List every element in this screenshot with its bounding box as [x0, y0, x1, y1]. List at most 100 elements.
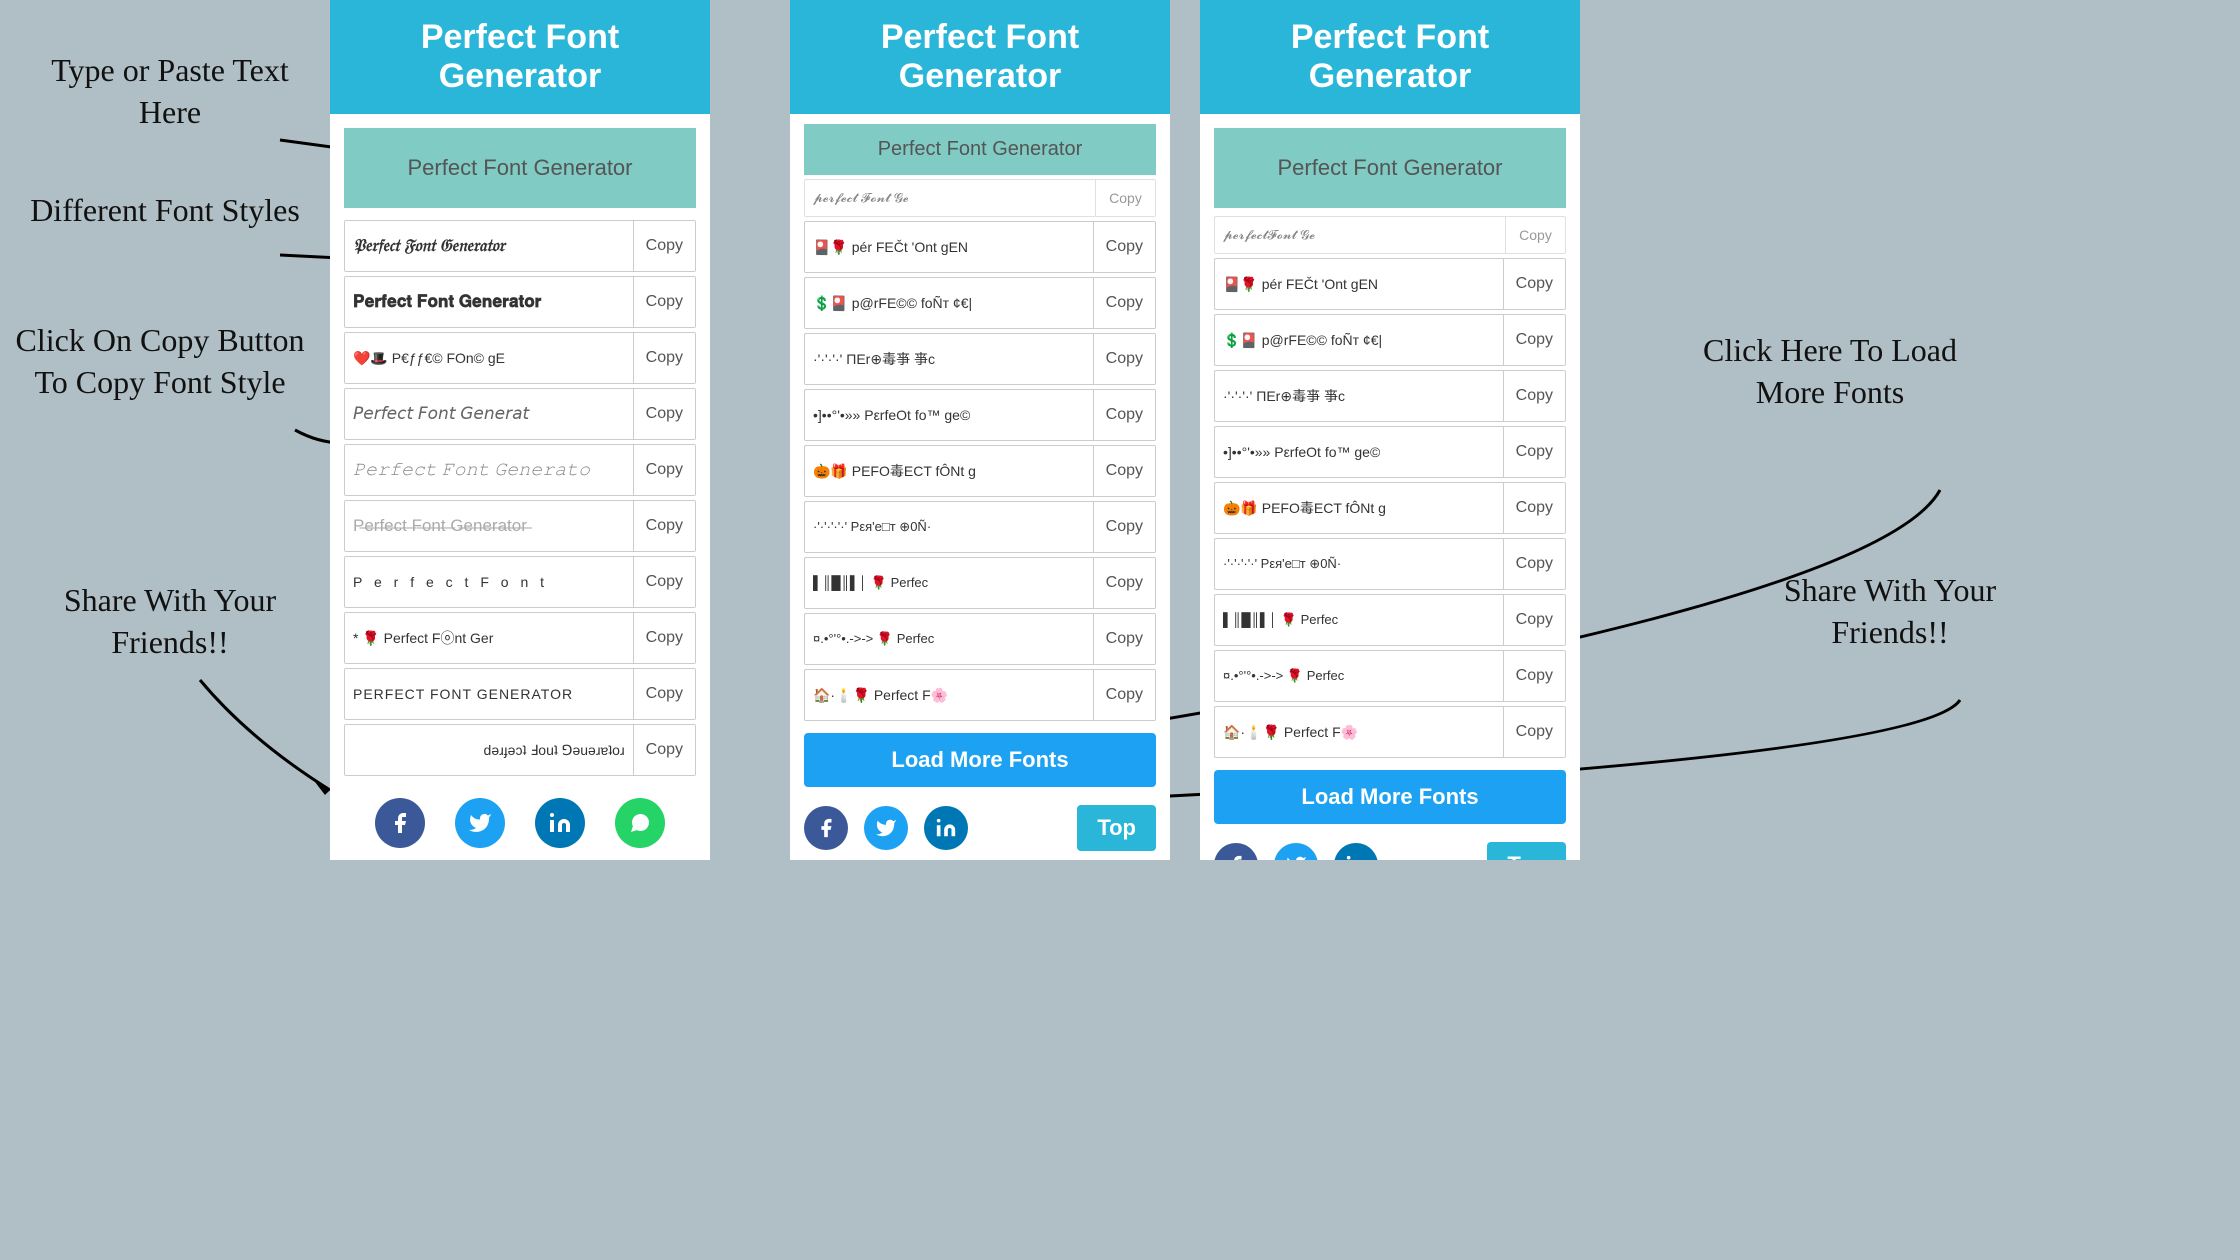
copy-button[interactable]: Copy [1093, 670, 1155, 720]
whatsapp-button[interactable] [615, 798, 665, 848]
copy-button[interactable]: Copy [1503, 371, 1565, 421]
font-text: 𝘗𝘦𝘳𝘧𝘦𝘤𝘵 𝘍𝘰𝘯𝘵 𝘎𝘦𝘯𝘦𝘳𝘢𝘵 [345, 404, 633, 424]
tw-3[interactable] [1274, 843, 1318, 860]
font-text: 🎃🎁 PEFО毒ECT fÔNt g [805, 461, 1093, 481]
copy-button[interactable]: Copy [1503, 707, 1565, 757]
annotation-load-more: Click Here To Load More Fonts [1700, 330, 1960, 413]
font-row: 𝓹𝓮𝓻𝓯𝓮𝓬𝓽𝓕𝓸𝓷𝓽 𝓖𝓮 Copy [1214, 216, 1566, 254]
copy-button[interactable]: Copy [633, 557, 695, 607]
annotation-type-paste: Type or Paste Text Here [30, 50, 310, 133]
copy-button[interactable]: Copy [1505, 217, 1565, 253]
copy-button[interactable]: Copy [1093, 614, 1155, 664]
font-text: 🏠·🕯️🌹 Perfect F🌸 [1215, 724, 1503, 741]
font-text: ɹoʇɐɹǝuǝ⅁ ʇuoℲ ʇɔǝɟɹǝd [345, 742, 633, 759]
copy-button[interactable]: Copy [1093, 558, 1155, 608]
load-more-button[interactable]: Load More Fonts [804, 733, 1156, 787]
font-row: ¤.•°'°•.->-> 🌹 Perfec Copy [804, 613, 1156, 665]
font-row: * 🌹 Perfect Fⓞnt Ger Copy [344, 612, 696, 664]
twitter-button[interactable] [455, 798, 505, 848]
font-row: 𝐏𝐞𝐫𝐟𝐞𝐜𝐭 𝐅𝐨𝐧𝐭 𝐆𝐞𝐧𝐞𝐫𝐚𝐭𝐨𝐫 Copy [344, 276, 696, 328]
copy-button[interactable]: Copy [1503, 427, 1565, 477]
font-row: 💲🎴 p@rFE©© foÑт ¢€| Copy [1214, 314, 1566, 366]
copy-button[interactable]: Copy [1093, 278, 1155, 328]
copy-button[interactable]: Copy [1503, 259, 1565, 309]
text-input[interactable] [344, 128, 696, 208]
font-row: •]••°'•»» PεrfeOt fo™ ge© Copy [1214, 426, 1566, 478]
font-row: 𝓹𝓮𝓻𝓯𝓮𝓬𝓽 𝓕𝓸𝓷𝓽 𝓖𝓮 Copy [804, 179, 1156, 217]
font-text: P e r f e c t F o n t [345, 574, 633, 590]
copy-button[interactable]: Copy [1503, 539, 1565, 589]
font-row: P̶e̶r̶f̶e̶c̶t̶ ̶F̶o̶n̶t̶ ̶G̶e̶n̶e̶r̶a̶t̶… [344, 500, 696, 552]
font-row: 𝙿𝚎𝚛𝚏𝚎𝚌𝚝 𝙵𝚘𝚗𝚝 𝙶𝚎𝚗𝚎𝚛𝚊𝚝𝚘 Copy [344, 444, 696, 496]
copy-button[interactable]: Copy [1503, 483, 1565, 533]
font-text: ¤.•°'°•.->-> 🌹 Perfec [1215, 668, 1503, 684]
font-text: 𝓹𝓮𝓻𝓯𝓮𝓬𝓽 𝓕𝓸𝓷𝓽 𝓖𝓮 [805, 190, 1095, 206]
copy-button[interactable]: Copy [1503, 315, 1565, 365]
font-text: 🏠·🕯️🌹 Perfect F🌸 [805, 687, 1093, 704]
copy-button[interactable]: Copy [1503, 595, 1565, 645]
left-panel: Perfect Font Generator 𝔓𝔢𝔯𝔣𝔢𝔠𝔱 𝔉𝔬𝔫𝔱 𝔊𝔢𝔫𝔢… [330, 0, 710, 860]
right-panel-header: Perfect Font Generator [790, 0, 1170, 114]
font-row: 💲🎴 p@rFE©© foÑт ¢€| Copy [804, 277, 1156, 329]
twitter-button-right[interactable] [864, 806, 908, 850]
font-row: 🏠·🕯️🌹 Perfect F🌸 Copy [1214, 706, 1566, 758]
facebook-button-right[interactable] [804, 806, 848, 850]
copy-button[interactable]: Copy [633, 501, 695, 551]
font-row: 𝘗𝘦𝘳𝘧𝘦𝘤𝘵 𝘍𝘰𝘯𝘵 𝘎𝘦𝘯𝘦𝘳𝘢𝘵 Copy [344, 388, 696, 440]
font-row: 🎴🌹 pér FEČt 'Ont gEN Copy [804, 221, 1156, 273]
right-input-display: Perfect Font Generator [804, 124, 1156, 175]
font-row: ɹoʇɐɹǝuǝ⅁ ʇuoℲ ʇɔǝɟɹǝd Copy [344, 724, 696, 776]
copy-button[interactable]: Copy [633, 445, 695, 495]
font-text: 🎴🌹 pér FEČt 'Ont gEN [805, 239, 1093, 256]
font-text: P̶e̶r̶f̶e̶c̶t̶ ̶F̶o̶n̶t̶ ̶G̶e̶n̶e̶r̶a̶t̶… [345, 516, 633, 536]
left-panel-header-2: Perfect Font Generator [1200, 0, 1580, 114]
copy-button[interactable]: Copy [633, 669, 695, 719]
right-input-2: Perfect Font Generator [1214, 128, 1566, 208]
font-text: ▌║█║▌│ 🌹 Perfec [805, 575, 1093, 591]
copy-button[interactable]: Copy [1093, 390, 1155, 440]
copy-button[interactable]: Copy [1095, 180, 1155, 216]
linkedin-button[interactable] [535, 798, 585, 848]
copy-button[interactable]: Copy [633, 725, 695, 775]
font-text: ▌║█║▌│ 🌹 Perfec [1215, 612, 1503, 628]
left-panel-header: Perfect Font Generator [330, 0, 710, 114]
font-text: 𝔓𝔢𝔯𝔣𝔢𝔠𝔱 𝔉𝔬𝔫𝔱 𝔊𝔢𝔫𝔢𝔯𝔞𝔱𝔬𝔯 [345, 236, 633, 256]
font-text: •]••°'•»» PεrfeOt fo™ ge© [805, 407, 1093, 423]
copy-button[interactable]: Copy [1093, 334, 1155, 384]
font-row: P e r f e c t F o n t Copy [344, 556, 696, 608]
font-row: ❤️🎩 P€ƒƒ€© FOn© gE Copy [344, 332, 696, 384]
font-row: •]••°'•»» PεrfeOt fo™ ge© Copy [804, 389, 1156, 441]
li-3[interactable] [1334, 843, 1378, 860]
copy-button[interactable]: Copy [633, 389, 695, 439]
left-panel-2: Perfect Font Generator Perfect Font Gene… [1200, 0, 1580, 860]
right-panel: Perfect Font Generator Perfect Font Gene… [790, 0, 1170, 860]
linkedin-button-right[interactable] [924, 806, 968, 850]
top-button-2[interactable]: Top [1487, 842, 1566, 860]
copy-button[interactable]: Copy [633, 221, 695, 271]
copy-button[interactable]: Copy [633, 613, 695, 663]
font-text: ·'·'·'·'·' Pεя'e□т ⊕0Ñ· [805, 519, 1093, 535]
font-row: 🏠·🕯️🌹 Perfect F🌸 Copy [804, 669, 1156, 721]
copy-button[interactable]: Copy [1093, 446, 1155, 496]
font-row: PERFECT FONT GENERATOR Copy [344, 668, 696, 720]
copy-button[interactable]: Copy [1093, 502, 1155, 552]
copy-button[interactable]: Copy [633, 277, 695, 327]
annotation-share-right: Share With Your Friends!! [1760, 570, 2020, 653]
top-button[interactable]: Top [1077, 805, 1156, 851]
facebook-button[interactable] [375, 798, 425, 848]
copy-button[interactable]: Copy [633, 333, 695, 383]
annotation-fonts: Different Font Styles [20, 190, 310, 232]
font-row: ·'·'·'·'·' Pεя'e□т ⊕0Ñ· Copy [804, 501, 1156, 553]
copy-button[interactable]: Copy [1093, 222, 1155, 272]
load-more-button-2[interactable]: Load More Fonts [1214, 770, 1566, 824]
copy-button[interactable]: Copy [1503, 651, 1565, 701]
annotation-share-left: Share With Your Friends!! [40, 580, 300, 663]
font-text: 💲🎴 p@rFE©© foÑт ¢€| [805, 295, 1093, 312]
font-text: 💲🎴 p@rFE©© foÑт ¢€| [1215, 332, 1503, 349]
font-text: 🎴🌹 pér FEČt 'Ont gEN [1215, 276, 1503, 293]
font-text: •]••°'•»» PεrfeOt fo™ ge© [1215, 444, 1503, 460]
fb-3[interactable] [1214, 843, 1258, 860]
font-text: ·'·'·'·' ΠEr⊕毒亊 亊c [1215, 386, 1503, 406]
font-text: ·'·'·'·'·' Pεя'e□т ⊕0Ñ· [1215, 556, 1503, 572]
font-row: ·'·'·'·' ΠEr⊕毒亊 亊c Copy [804, 333, 1156, 385]
